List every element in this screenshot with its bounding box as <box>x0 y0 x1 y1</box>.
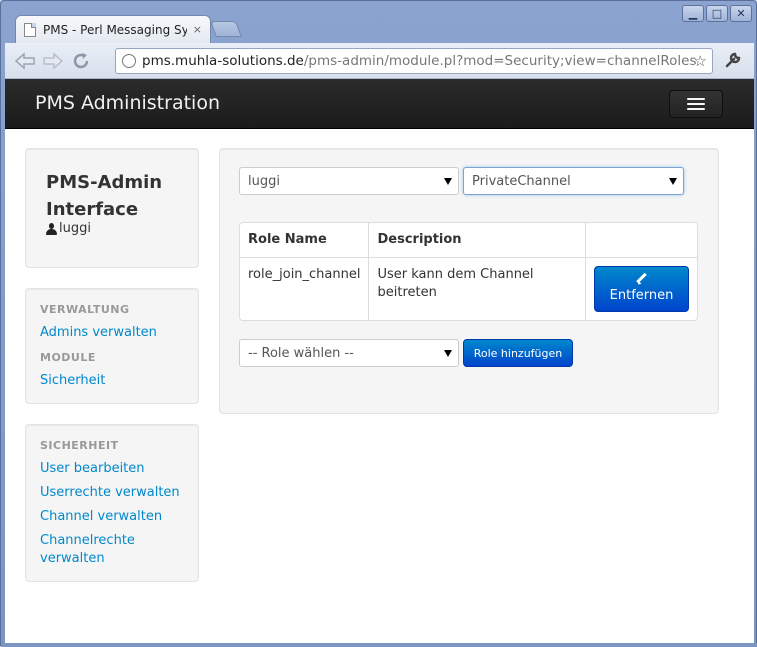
nav-header-sicherheit: SICHERHEIT <box>40 439 119 452</box>
window-controls: ▁ □ ✕ <box>682 5 752 22</box>
table-header-row: Role Name Description <box>240 223 697 257</box>
chevron-down-icon <box>444 350 452 357</box>
sidebar-title: PMS-Admin Interface <box>46 172 163 220</box>
channelrechte-link[interactable]: Channelrechte verwalten <box>40 532 160 568</box>
role-name-cell: role_join_channel <box>240 257 369 320</box>
column-header-actions <box>585 223 697 257</box>
column-header-role-name: Role Name <box>248 232 327 247</box>
top-navbar: PMS Administration <box>5 79 754 129</box>
url-path: /pms-admin/module.pl?mod=Security;view=c… <box>303 53 697 69</box>
close-window-button[interactable]: ✕ <box>730 5 752 22</box>
pencil-icon <box>636 273 648 285</box>
userrechte-link[interactable]: Userrechte verwalten <box>40 484 180 502</box>
role-select-value: -- Role wählen -- <box>248 345 354 361</box>
sidebar-title-well: PMS-Admin Interface luggi <box>25 148 199 268</box>
menu-bar-icon <box>687 103 705 105</box>
menu-bar-icon <box>687 108 705 110</box>
menu-toggle-button[interactable] <box>669 90 723 118</box>
tab-strip: PMS - Perl Messaging System × ▁ □ ✕ <box>1 1 757 43</box>
current-user-name: luggi <box>59 221 91 236</box>
sidebar-security-well: SICHERHEIT User bearbeiten Userrechte ve… <box>25 424 199 582</box>
menu-bar-icon <box>687 98 705 100</box>
sicherheit-link[interactable]: Sicherheit <box>40 372 105 390</box>
chevron-down-icon <box>669 178 677 185</box>
reload-button[interactable] <box>67 47 95 75</box>
table-row: role_join_channel User kann dem Channel … <box>240 257 697 320</box>
channel-select[interactable]: PrivateChannel <box>463 167 684 195</box>
user-select-value: luggi <box>248 173 280 189</box>
address-bar[interactable]: pms.muhla-solutions.de/pms-admin/module.… <box>115 48 713 74</box>
window-frame-bottom <box>1 643 757 647</box>
admins-link[interactable]: Admins verwalten <box>40 324 157 342</box>
roles-table: Role Name Description role_join_channel … <box>239 222 698 321</box>
minimize-button[interactable]: ▁ <box>682 5 704 22</box>
nav-header-module: MODULE <box>40 351 96 364</box>
browser-tab[interactable]: PMS - Perl Messaging System × <box>15 15 211 43</box>
user-icon <box>46 222 57 235</box>
add-role-button[interactable]: Role hinzufügen <box>463 339 573 367</box>
add-role-label: Role hinzufügen <box>473 346 563 360</box>
browser-toolbar: pms.muhla-solutions.de/pms-admin/module.… <box>5 43 754 79</box>
url-host: pms.muhla-solutions.de <box>142 53 304 69</box>
user-bearbeiten-link[interactable]: User bearbeiten <box>40 460 145 478</box>
page-viewport: PMS Administration PMS-Admin Interface l… <box>5 79 754 643</box>
channel-verwalten-link[interactable]: Channel verwalten <box>40 508 162 526</box>
browser-window: PMS - Perl Messaging System × ▁ □ ✕ pms.… <box>0 0 757 647</box>
main-content-well: luggi PrivateChannel Role Name Descripti… <box>219 148 719 414</box>
nav-header-verwaltung: VERWALTUNG <box>40 303 130 316</box>
description-cell: User kann dem Channel beitreten <box>368 257 585 320</box>
reload-icon <box>73 52 89 68</box>
remove-role-label: Entfernen <box>609 288 674 303</box>
channel-select-value: PrivateChannel <box>472 173 571 189</box>
chevron-down-icon <box>444 178 452 185</box>
sidebar-nav-well: VERWALTUNG Admins verwalten MODULE Siche… <box>25 288 199 404</box>
new-tab-button[interactable] <box>210 21 242 37</box>
tab-close-icon[interactable]: × <box>193 23 202 36</box>
forward-button[interactable] <box>39 47 67 75</box>
brand-link[interactable]: PMS Administration <box>35 92 220 114</box>
forward-arrow-icon <box>43 51 64 70</box>
user-select[interactable]: luggi <box>239 167 459 195</box>
current-user: luggi <box>46 221 91 236</box>
maximize-button[interactable]: □ <box>706 5 728 22</box>
action-cell: Entfernen <box>585 257 697 320</box>
tab-title: PMS - Perl Messaging System <box>43 22 187 37</box>
role-select[interactable]: -- Role wählen -- <box>239 339 459 367</box>
remove-role-button[interactable]: Entfernen <box>594 266 689 312</box>
back-button[interactable] <box>11 47 39 75</box>
bookmark-star-icon[interactable]: ☆ <box>694 52 707 70</box>
column-header-description: Description <box>368 223 585 257</box>
page-icon <box>24 22 36 37</box>
wrench-icon[interactable] <box>724 51 742 69</box>
globe-icon <box>122 54 136 68</box>
back-arrow-icon <box>14 51 35 70</box>
